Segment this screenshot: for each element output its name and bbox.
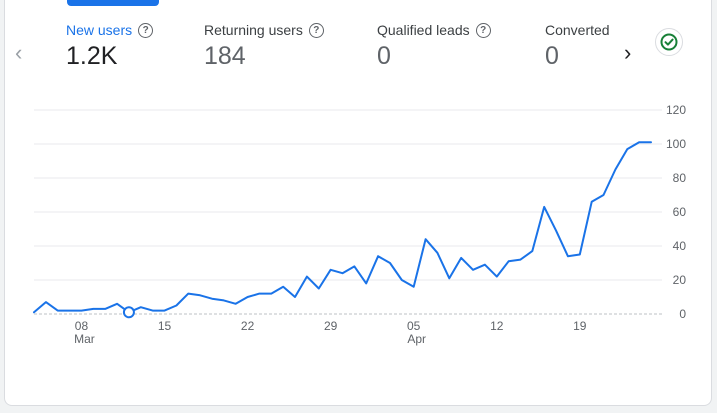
data-point — [235, 303, 237, 305]
data-point — [448, 277, 450, 279]
data-point — [104, 308, 106, 310]
data-point — [579, 254, 581, 256]
data-point — [33, 311, 35, 313]
y-tick-label: 80 — [673, 171, 687, 185]
data-point — [223, 299, 225, 301]
data-point — [342, 272, 344, 274]
data-point — [591, 201, 593, 203]
data-point — [80, 310, 82, 312]
data-point — [92, 308, 94, 310]
line-chart: 0 20 40 60 80 100 120 08Mar 15 22 29 05Apr 12 19 — [33, 103, 687, 346]
data-point — [519, 259, 521, 261]
x-tick-month-label: Apr — [407, 332, 426, 346]
data-point — [306, 276, 308, 278]
data-point — [484, 264, 486, 266]
data-point — [401, 279, 403, 281]
data-point — [353, 265, 355, 267]
data-point — [211, 298, 213, 300]
x-tick-label: 08 — [75, 319, 89, 333]
data-point — [270, 293, 272, 295]
series-line — [33, 141, 652, 314]
x-tick-label: 05 — [407, 319, 421, 333]
data-point — [199, 294, 201, 296]
y-tick-label: 20 — [673, 273, 687, 287]
data-point — [140, 306, 142, 308]
data-point — [638, 141, 640, 143]
x-tick-label: 15 — [158, 319, 172, 333]
data-point — [175, 305, 177, 307]
data-point — [45, 301, 47, 303]
data-point — [164, 310, 166, 312]
data-point — [460, 257, 462, 259]
data-point — [413, 286, 415, 288]
data-point — [626, 148, 628, 150]
data-point — [389, 262, 391, 264]
data-point — [365, 282, 367, 284]
data-point — [472, 269, 474, 271]
data-point — [543, 206, 545, 208]
data-point — [57, 310, 59, 312]
data-point — [116, 303, 118, 305]
data-point — [603, 194, 605, 196]
data-point — [567, 255, 569, 257]
x-tick-label: 22 — [241, 319, 255, 333]
data-point — [69, 310, 71, 312]
data-point — [555, 230, 557, 232]
x-tick-label: 29 — [324, 319, 338, 333]
y-tick-label: 60 — [673, 205, 687, 219]
data-point — [614, 169, 616, 171]
data-point — [425, 238, 427, 240]
data-point — [436, 252, 438, 254]
data-point — [282, 286, 284, 288]
x-tick-label: 12 — [490, 319, 504, 333]
data-point — [187, 293, 189, 295]
data-point — [531, 250, 533, 252]
y-tick-label: 100 — [666, 137, 686, 151]
x-tick-label: 19 — [573, 319, 587, 333]
highlighted-data-point — [122, 306, 135, 319]
data-point — [152, 310, 154, 312]
x-tick-month-label: Mar — [74, 332, 95, 346]
y-tick-label: 120 — [666, 103, 686, 117]
y-tick-label: 0 — [679, 307, 686, 321]
y-tick-label: 40 — [673, 239, 687, 253]
data-point — [247, 296, 249, 298]
data-point — [508, 260, 510, 262]
data-point — [496, 276, 498, 278]
data-point — [330, 269, 332, 271]
data-point — [318, 288, 320, 290]
data-point — [650, 141, 652, 143]
data-point — [294, 296, 296, 298]
data-point — [258, 293, 260, 295]
data-point — [377, 255, 379, 257]
